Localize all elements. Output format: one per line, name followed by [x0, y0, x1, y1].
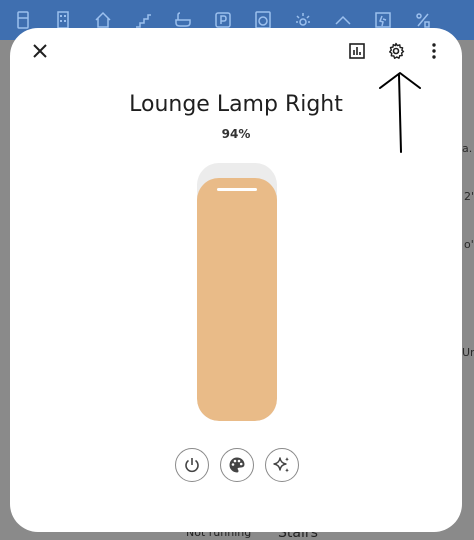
effects-button[interactable] [265, 448, 299, 482]
more-vertical-icon [432, 43, 436, 59]
settings-button[interactable] [378, 33, 414, 69]
background-side-text: 2' [464, 190, 474, 203]
color-picker-button[interactable] [220, 448, 254, 482]
close-button[interactable] [22, 33, 58, 69]
brightness-slider[interactable] [197, 163, 277, 421]
annotation-arrow [379, 72, 421, 153]
background-side-text: a. [462, 142, 473, 155]
power-icon [185, 458, 199, 473]
gear-icon [389, 42, 405, 59]
power-toggle-button[interactable] [175, 448, 209, 482]
background-side-text: Un [462, 346, 474, 359]
history-button[interactable] [339, 33, 375, 69]
brightness-slider-handle[interactable] [217, 188, 257, 191]
chart-icon [349, 43, 365, 59]
sparkles-icon [273, 457, 289, 473]
close-icon [33, 44, 47, 58]
more-options-button[interactable] [416, 33, 452, 69]
background-side-text: o' [464, 238, 474, 251]
brightness-slider-fill [197, 178, 277, 421]
screen-root: a. 2' o' Un Not running Stairs Lounge La… [0, 0, 474, 540]
palette-icon [229, 457, 245, 473]
